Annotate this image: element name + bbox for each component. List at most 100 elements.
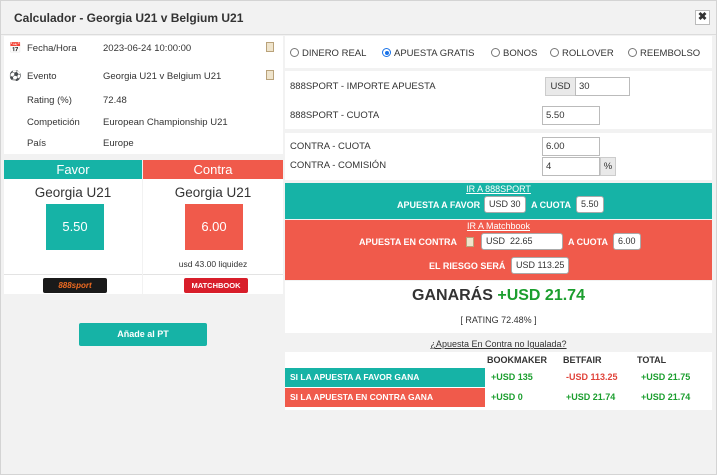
cell-total: +USD 21.74 xyxy=(641,392,691,402)
888sport-logo[interactable]: 888sport xyxy=(43,278,107,293)
football-icon: ⚽ xyxy=(9,71,22,82)
table-header-bookmaker: BOOKMAKER xyxy=(487,355,547,365)
back-odds-label: 888SPORT - CUOTA xyxy=(290,110,380,121)
info-label: País xyxy=(27,138,47,149)
info-value: Georgia U21 v Belgium U21 xyxy=(103,71,222,82)
bet-type-selector: DINERO REAL APUESTA GRATIS BONOS ROLLOVE… xyxy=(285,36,712,68)
info-row-competition: Competición European Championship U21 xyxy=(4,114,283,134)
contra-column: Contra Georgia U21 6.00 usd 43.00 liquid… xyxy=(143,160,283,294)
stake-input[interactable]: 30 xyxy=(575,77,630,96)
radio-dinero-real[interactable]: DINERO REAL xyxy=(290,48,366,59)
lay-odds-label: CONTRA - CUOTA xyxy=(290,141,371,152)
contra-instruction-bar: IR A Matchbook APUESTA EN CONTRA USD 22.… xyxy=(285,220,712,280)
close-button[interactable]: ✖ xyxy=(695,10,710,25)
cell-betfair: +USD 21.74 xyxy=(566,392,616,402)
radio-dot[interactable] xyxy=(491,48,500,57)
cell-bookmaker: +USD 0 xyxy=(491,392,523,402)
favor-instruction-bar: IR A 888SPORT APUESTA A FAVOR USD 30 A C… xyxy=(285,183,712,219)
result-panel: GANARÁS +USD 21.74 [ RATING 72.48% ] xyxy=(285,281,712,333)
row-label-contra: SI LA APUESTA EN CONTRA GANA xyxy=(285,388,485,407)
radio-label: DINERO REAL xyxy=(302,48,367,59)
contra-header: Contra xyxy=(143,160,283,179)
radio-label: REEMBOLSO xyxy=(640,48,701,59)
rating-text: [ RATING 72.48% ] xyxy=(460,315,537,325)
contra-amount-pill: USD 22.65 xyxy=(481,233,563,250)
back-odds-input[interactable]: 5.50 xyxy=(542,106,600,125)
profit-label: GANARÁS xyxy=(412,287,493,304)
copy-icon[interactable] xyxy=(266,42,274,52)
favor-bet-text: APUESTA A FAVOR xyxy=(397,200,481,210)
radio-dot[interactable] xyxy=(550,48,559,57)
stake-currency: USD xyxy=(545,77,576,96)
info-row-event: ⚽ Evento Georgia U21 v Belgium U21 xyxy=(4,68,283,88)
go-to-888sport-link[interactable]: IR A 888SPORT xyxy=(285,184,712,194)
info-value: European Championship U21 xyxy=(103,117,228,128)
info-label: Evento xyxy=(27,71,57,82)
favor-odds-pill: 5.50 xyxy=(576,196,604,213)
radio-dot[interactable] xyxy=(290,48,299,57)
cell-bookmaker: +USD 135 xyxy=(491,372,533,382)
table-header-betfair: BETFAIR xyxy=(563,355,602,365)
copy-icon[interactable] xyxy=(466,237,474,247)
radio-dot[interactable] xyxy=(382,48,391,57)
commission-label: CONTRA - COMISIÓN xyxy=(290,160,387,171)
radio-rollover[interactable]: ROLLOVER xyxy=(550,48,614,59)
info-row-datetime: 📅 Fecha/Hora 2023-06-24 10:00:00 xyxy=(4,40,283,60)
event-info-panel: 📅 Fecha/Hora 2023-06-24 10:00:00 ⚽ Event… xyxy=(4,36,283,154)
info-label: Competición xyxy=(27,117,80,128)
add-to-pt-button[interactable]: Añade al PT xyxy=(79,323,207,346)
radio-apuesta-gratis[interactable]: APUESTA GRATIS xyxy=(382,48,474,59)
radio-reembolso[interactable]: REEMBOLSO xyxy=(628,48,700,59)
radio-label: APUESTA GRATIS xyxy=(394,48,475,59)
table-row: SI LA APUESTA EN CONTRA GANA +USD 0 +USD… xyxy=(285,388,712,407)
liquidity-text: usd 43.00 liquidez xyxy=(178,259,248,269)
risk-pill: USD 113.25 xyxy=(511,257,570,274)
contra-odds: 6.00 xyxy=(185,204,243,250)
calculator-window: Calculador - Georgia U21 v Belgium U21 ✖… xyxy=(0,0,717,475)
table-header-total: TOTAL xyxy=(637,355,667,365)
profit-summary: GANARÁS +USD 21.74 xyxy=(285,287,712,305)
info-row-country: País Europe xyxy=(4,135,283,155)
info-value: Europe xyxy=(103,138,134,149)
info-value: 2023-06-24 10:00:00 xyxy=(103,43,192,54)
info-label: Rating (%) xyxy=(27,95,72,106)
info-row-rating: Rating (%) 72.48 xyxy=(4,92,283,112)
matchbook-logo[interactable]: MATCHBOOK xyxy=(184,278,248,293)
info-label: Fecha/Hora xyxy=(27,43,77,54)
cell-betfair: -USD 113.25 xyxy=(566,372,618,382)
commission-input[interactable]: 4 xyxy=(542,157,600,176)
copy-icon[interactable] xyxy=(266,70,274,80)
radio-bonos[interactable]: BONOS xyxy=(491,48,537,59)
lay-odds-input[interactable]: 6.00 xyxy=(542,137,600,156)
unmatched-lay-link[interactable]: ¿Apuesta En Contra no Igualada? xyxy=(285,339,712,349)
favor-team: Georgia U21 xyxy=(34,185,112,200)
radio-label: BONOS xyxy=(503,48,538,59)
contra-logo-row: MATCHBOOK xyxy=(143,274,283,294)
go-to-matchbook-link[interactable]: IR A Matchbook xyxy=(285,221,712,231)
stake-label: 888SPORT - IMPORTE APUESTA xyxy=(290,81,436,92)
risk-text: EL RIESGO SERÁ xyxy=(429,261,506,271)
info-value: 72.48 xyxy=(103,95,127,106)
favor-logo-row: 888sport xyxy=(4,274,142,294)
radio-label: ROLLOVER xyxy=(562,48,614,59)
back-bet-panel: 888SPORT - IMPORTE APUESTA USD 30 888SPO… xyxy=(285,71,712,129)
title-bar: Calculador - Georgia U21 v Belgium U21 ✖ xyxy=(1,1,716,35)
row-label-favor: SI LA APUESTA A FAVOR GANA xyxy=(285,368,485,387)
radio-dot[interactable] xyxy=(628,48,637,57)
favor-odds-text: A CUOTA xyxy=(531,200,571,210)
contra-amount-value: 22.65 xyxy=(510,236,533,246)
table-row: SI LA APUESTA A FAVOR GANA +USD 135 -USD… xyxy=(285,368,712,387)
favor-column: Favor Georgia U21 5.50 888sport xyxy=(4,160,142,294)
lay-bet-panel: CONTRA - CUOTA 6.00 CONTRA - COMISIÓN 4 … xyxy=(285,133,712,180)
favor-odds: 5.50 xyxy=(46,204,104,250)
calendar-icon: 📅 xyxy=(9,43,22,54)
contra-odds-text: A CUOTA xyxy=(568,237,608,247)
profit-amount: +USD 21.74 xyxy=(497,287,585,304)
window-title: Calculador - Georgia U21 v Belgium U21 xyxy=(14,11,244,25)
commission-unit: % xyxy=(600,157,616,176)
contra-bet-text: APUESTA EN CONTRA xyxy=(359,237,458,247)
cell-total: +USD 21.75 xyxy=(641,372,691,382)
favor-header: Favor xyxy=(4,160,142,179)
contra-odds-pill: 6.00 xyxy=(613,233,641,250)
contra-team: Georgia U21 xyxy=(174,185,252,200)
